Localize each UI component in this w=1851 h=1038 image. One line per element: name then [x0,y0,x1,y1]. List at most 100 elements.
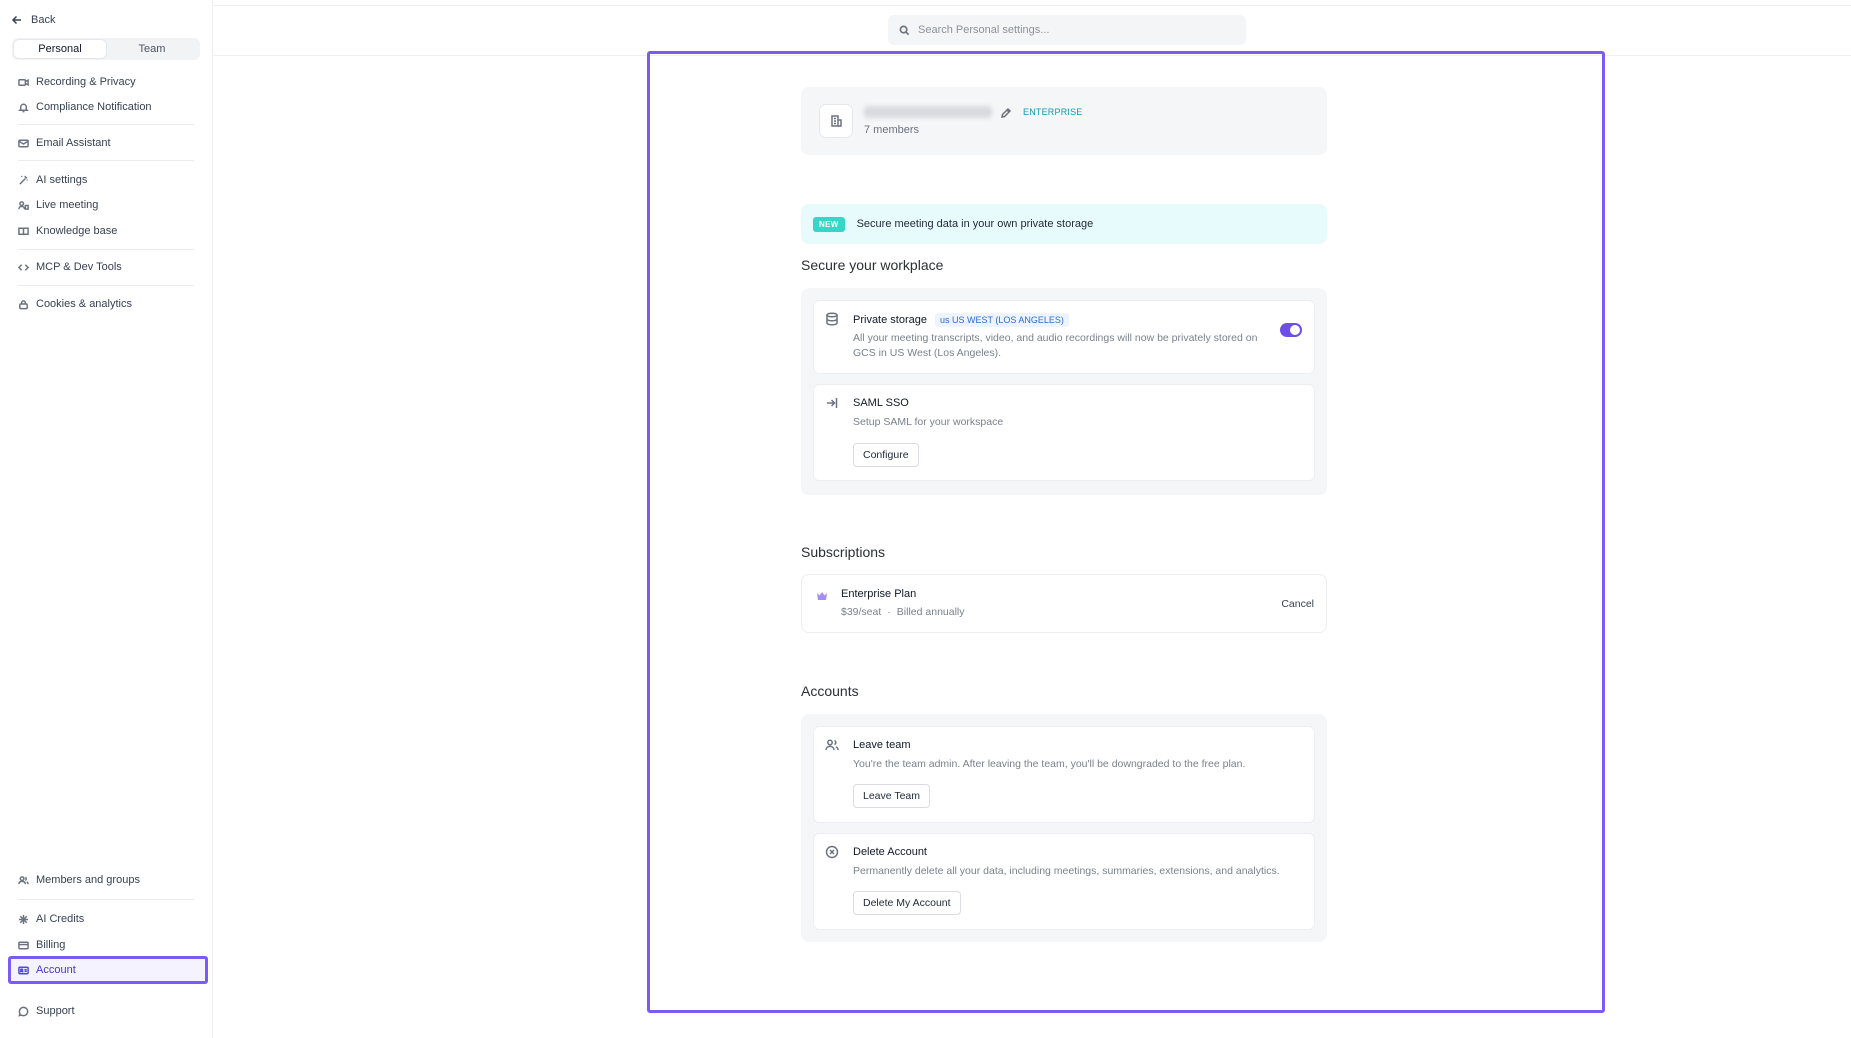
new-badge: NEW [813,216,845,232]
arrow-left-icon [11,15,21,25]
delete-account-title: Delete Account [853,846,927,858]
sidebar-item-label: AI Credits [36,913,85,925]
sidebar-item-label: AI settings [36,174,88,186]
back-button[interactable]: Back [11,14,55,26]
chat-icon [18,1006,29,1017]
plan-name: Enterprise Plan [841,588,917,600]
sidebar-divider [18,124,194,125]
pencil-icon [1001,107,1012,118]
sidebar-item-ai-credits[interactable]: AI Credits [12,908,204,930]
search-icon [899,25,910,35]
plan-tag: ENTERPRISE [1023,107,1083,117]
sidebar-item-email-assistant[interactable]: Email Assistant [12,132,204,154]
id-card-icon [18,966,29,974]
saml-sso-title: SAML SSO [853,397,909,409]
users-icon [825,738,839,752]
sidebar-item-account[interactable]: Account [8,956,208,984]
private-storage-card: Private storage us US WEST (LOS ANGELES)… [813,300,1315,374]
sidebar-item-knowledge-base[interactable]: Knowledge base [12,220,204,242]
search-input[interactable] [918,24,1218,36]
x-circle-icon [825,845,839,859]
sidebar-item-label: Recording & Privacy [36,76,136,88]
magic-wand-icon [19,175,28,185]
scope-switch: Personal Team [12,38,200,60]
settings-app: Back Personal Team Recording & Privacy C… [0,0,1851,1038]
live-meeting-icon [18,200,29,210]
billing-cycle: Billed annually [896,606,965,618]
code-icon [18,263,29,271]
delete-account-description: Permanently delete all your data, includ… [853,865,1280,877]
sidebar-item-label: Knowledge base [36,225,118,237]
building-icon [819,104,853,138]
delete-account-button[interactable]: Delete My Account [853,891,961,915]
sparkle-icon [18,914,29,924]
back-label: Back [31,14,56,26]
tab-team[interactable]: Team [106,40,198,58]
sidebar-item-label: Cookies & analytics [36,298,132,310]
sidebar-item-billing[interactable]: Billing [12,934,204,956]
sidebar-item-ai-settings[interactable]: AI settings [12,169,204,191]
sidebar-item-mcp-dev-tools[interactable]: MCP & Dev Tools [12,256,204,278]
database-icon [825,312,839,326]
section-title-security: Secure your workplace [801,257,944,273]
bell-icon [18,103,29,112]
sidebar-item-label: Account [36,964,76,976]
plan-pricing: $39/seat · Billed annually [841,606,965,618]
search-box[interactable] [888,15,1246,45]
sidebar-item-members-groups[interactable]: Members and groups [12,869,204,891]
price-separator: · [887,606,891,618]
sidebar-item-cookies-analytics[interactable]: Cookies & analytics [12,293,204,315]
section-title-accounts: Accounts [801,683,859,699]
sidebar-divider [18,249,194,250]
lock-icon [19,299,28,309]
team-header-card: ENTERPRISE 7 members [801,87,1327,155]
security-group: Private storage us US WEST (LOS ANGELES)… [801,288,1327,495]
sign-in-icon [825,396,839,410]
sidebar-item-live-meeting[interactable]: Live meeting [12,194,204,216]
leave-team-title: Leave team [853,739,911,751]
crown-icon [816,589,828,601]
users-icon [18,875,29,884]
delete-account-card: Delete Account Permanently delete all yo… [813,833,1315,930]
member-count: 7 members [864,124,920,136]
private-storage-toggle[interactable] [1280,323,1302,337]
sidebar-item-label: Billing [36,939,66,951]
leave-team-description: You're the team admin. After leaving the… [853,758,1246,770]
private-storage-title-row: Private storage us US WEST (LOS ANGELES) [853,313,1069,327]
sidebar-item-label: Members and groups [36,874,140,886]
book-icon [18,227,29,235]
sidebar-item-label: Live meeting [36,199,99,211]
configure-button[interactable]: Configure [853,443,919,467]
private-storage-title: Private storage [853,314,927,326]
sidebar-divider [18,285,194,286]
plan-price: $39/seat [841,606,882,618]
subscription-card: Enterprise Plan $39/seat · Billed annual… [801,574,1327,633]
sidebar-divider [18,160,194,161]
section-title-subscriptions: Subscriptions [801,544,886,560]
sidebar-item-support[interactable]: Support [12,1000,204,1022]
tab-personal[interactable]: Personal [14,40,106,58]
banner-text: Secure meeting data in your own private … [856,218,1094,230]
sidebar-item-label: Support [36,1005,75,1017]
leave-team-button[interactable]: Leave Team [853,784,931,808]
sidebar-divider [18,899,194,900]
video-icon [18,78,29,86]
private-storage-banner[interactable]: NEW Secure meeting data in your own priv… [801,204,1327,244]
cancel-subscription-button[interactable]: Cancel [1281,598,1314,610]
mail-icon [18,139,29,147]
team-name-redacted [864,106,992,118]
edit-team-name-button[interactable] [1000,106,1012,118]
region-badge: us US WEST (LOS ANGELES) [934,313,1069,327]
sidebar-item-compliance-notification[interactable]: Compliance Notification [12,96,204,118]
sidebar-item-label: MCP & Dev Tools [36,261,122,273]
sidebar: Back Personal Team Recording & Privacy C… [0,0,213,1038]
leave-team-card: Leave team You're the team admin. After … [813,726,1315,823]
card-icon [18,941,29,949]
top-border [213,5,1851,6]
sidebar-item-label: Email Assistant [36,137,111,149]
sidebar-item-recording-privacy[interactable]: Recording & Privacy [12,71,204,93]
saml-sso-description: Setup SAML for your workspace [853,416,1004,428]
saml-sso-card: SAML SSO Setup SAML for your workspace C… [813,384,1315,481]
private-storage-description: All your meeting transcripts, video, and… [853,332,1258,359]
sidebar-item-label: Compliance Notification [36,101,152,113]
